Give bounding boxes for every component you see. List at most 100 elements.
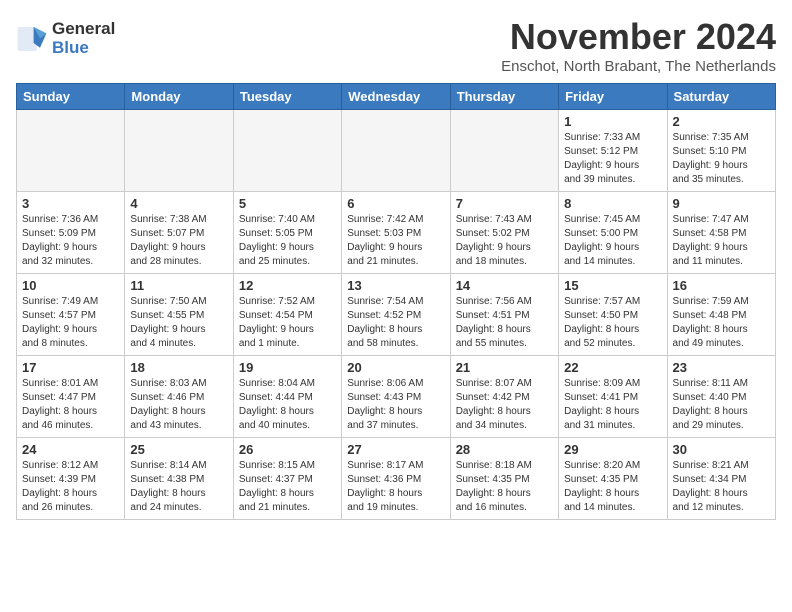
weekday-header-row: SundayMondayTuesdayWednesdayThursdayFrid… — [17, 84, 776, 110]
day-number: 26 — [239, 442, 336, 457]
title-area: November 2024 Enschot, North Brabant, Th… — [501, 16, 776, 75]
day-number: 9 — [673, 196, 770, 211]
day-info: Sunrise: 8:14 AM Sunset: 4:38 PM Dayligh… — [130, 459, 227, 515]
day-info: Sunrise: 7:57 AM Sunset: 4:50 PM Dayligh… — [564, 295, 661, 351]
day-number: 14 — [456, 278, 553, 293]
day-info: Sunrise: 7:42 AM Sunset: 5:03 PM Dayligh… — [347, 213, 444, 269]
day-info: Sunrise: 8:21 AM Sunset: 4:34 PM Dayligh… — [673, 459, 770, 515]
day-number: 17 — [22, 360, 119, 375]
day-info: Sunrise: 7:38 AM Sunset: 5:07 PM Dayligh… — [130, 213, 227, 269]
day-cell: 1 Sunrise: 7:33 AM Sunset: 5:12 PM Daylig… — [559, 110, 667, 192]
day-info: Sunrise: 8:06 AM Sunset: 4:43 PM Dayligh… — [347, 377, 444, 433]
day-info: Sunrise: 7:40 AM Sunset: 5:05 PM Dayligh… — [239, 213, 336, 269]
day-number: 12 — [239, 278, 336, 293]
subtitle: Enschot, North Brabant, The Netherlands — [501, 58, 776, 75]
day-info: Sunrise: 7:59 AM Sunset: 4:48 PM Dayligh… — [673, 295, 770, 351]
page-header: General Blue November 2024 Enschot, Nort… — [16, 16, 776, 75]
day-cell: 12 Sunrise: 7:52 AM Sunset: 4:54 PM Dayli… — [233, 274, 341, 356]
day-number: 19 — [239, 360, 336, 375]
day-number: 15 — [564, 278, 661, 293]
day-number: 28 — [456, 442, 553, 457]
day-info: Sunrise: 7:52 AM Sunset: 4:54 PM Dayligh… — [239, 295, 336, 351]
day-cell: 6 Sunrise: 7:42 AM Sunset: 5:03 PM Daylig… — [342, 192, 450, 274]
day-info: Sunrise: 7:36 AM Sunset: 5:09 PM Dayligh… — [22, 213, 119, 269]
day-cell: 26Sunrise: 8:15 AM Sunset: 4:37 PM Dayli… — [233, 438, 341, 520]
weekday-header-tuesday: Tuesday — [233, 84, 341, 110]
day-cell: 19 Sunrise: 8:04 AM Sunset: 4:44 PM Dayli… — [233, 356, 341, 438]
day-cell: 25 Sunrise: 8:14 AM Sunset: 4:38 PM Dayli… — [125, 438, 233, 520]
day-info: Sunrise: 7:56 AM Sunset: 4:51 PM Dayligh… — [456, 295, 553, 351]
day-cell: 7Sunrise: 7:43 AM Sunset: 5:02 PM Daylig… — [450, 192, 558, 274]
day-info: Sunrise: 8:07 AM Sunset: 4:42 PM Dayligh… — [456, 377, 553, 433]
day-cell: 18 Sunrise: 8:03 AM Sunset: 4:46 PM Dayli… — [125, 356, 233, 438]
week-row-5: 24 Sunrise: 8:12 AM Sunset: 4:39 PM Dayli… — [17, 438, 776, 520]
day-number: 30 — [673, 442, 770, 457]
day-cell: 3 Sunrise: 7:36 AM Sunset: 5:09 PM Daylig… — [17, 192, 125, 274]
month-title: November 2024 — [501, 16, 776, 58]
day-number: 18 — [130, 360, 227, 375]
day-number: 3 — [22, 196, 119, 211]
day-cell: 10Sunrise: 7:49 AM Sunset: 4:57 PM Dayli… — [17, 274, 125, 356]
day-cell: 24 Sunrise: 8:12 AM Sunset: 4:39 PM Dayli… — [17, 438, 125, 520]
day-info: Sunrise: 8:11 AM Sunset: 4:40 PM Dayligh… — [673, 377, 770, 433]
day-cell: 27 Sunrise: 8:17 AM Sunset: 4:36 PM Dayli… — [342, 438, 450, 520]
day-info: Sunrise: 7:45 AM Sunset: 5:00 PM Dayligh… — [564, 213, 661, 269]
day-number: 8 — [564, 196, 661, 211]
day-cell: 11Sunrise: 7:50 AM Sunset: 4:55 PM Dayli… — [125, 274, 233, 356]
week-row-4: 17 Sunrise: 8:01 AM Sunset: 4:47 PM Dayli… — [17, 356, 776, 438]
day-cell — [450, 110, 558, 192]
day-cell: 13 Sunrise: 7:54 AM Sunset: 4:52 PM Dayli… — [342, 274, 450, 356]
logo-line1: General — [52, 20, 115, 39]
day-info: Sunrise: 7:47 AM Sunset: 4:58 PM Dayligh… — [673, 213, 770, 269]
day-cell — [233, 110, 341, 192]
day-number: 25 — [130, 442, 227, 457]
weekday-header-sunday: Sunday — [17, 84, 125, 110]
day-number: 6 — [347, 196, 444, 211]
day-number: 23 — [673, 360, 770, 375]
day-cell: 5Sunrise: 7:40 AM Sunset: 5:05 PM Daylig… — [233, 192, 341, 274]
logo-icon — [16, 25, 48, 53]
day-number: 13 — [347, 278, 444, 293]
day-cell: 9 Sunrise: 7:47 AM Sunset: 4:58 PM Daylig… — [667, 192, 775, 274]
day-info: Sunrise: 7:35 AM Sunset: 5:10 PM Dayligh… — [673, 131, 770, 187]
weekday-header-saturday: Saturday — [667, 84, 775, 110]
day-info: Sunrise: 8:17 AM Sunset: 4:36 PM Dayligh… — [347, 459, 444, 515]
day-number: 2 — [673, 114, 770, 129]
day-cell: 2 Sunrise: 7:35 AM Sunset: 5:10 PM Daylig… — [667, 110, 775, 192]
day-number: 4 — [130, 196, 227, 211]
calendar-table: SundayMondayTuesdayWednesdayThursdayFrid… — [16, 83, 776, 520]
day-info: Sunrise: 8:12 AM Sunset: 4:39 PM Dayligh… — [22, 459, 119, 515]
weekday-header-thursday: Thursday — [450, 84, 558, 110]
day-number: 21 — [456, 360, 553, 375]
weekday-header-friday: Friday — [559, 84, 667, 110]
weekday-header-wednesday: Wednesday — [342, 84, 450, 110]
day-cell: 4 Sunrise: 7:38 AM Sunset: 5:07 PM Daylig… — [125, 192, 233, 274]
day-cell: 17 Sunrise: 8:01 AM Sunset: 4:47 PM Dayli… — [17, 356, 125, 438]
day-cell — [125, 110, 233, 192]
day-number: 27 — [347, 442, 444, 457]
day-number: 10 — [22, 278, 119, 293]
day-cell: 15 Sunrise: 7:57 AM Sunset: 4:50 PM Dayli… — [559, 274, 667, 356]
day-info: Sunrise: 8:01 AM Sunset: 4:47 PM Dayligh… — [22, 377, 119, 433]
day-info: Sunrise: 7:33 AM Sunset: 5:12 PM Dayligh… — [564, 131, 661, 187]
day-number: 11 — [130, 278, 227, 293]
day-cell: 22 Sunrise: 8:09 AM Sunset: 4:41 PM Dayli… — [559, 356, 667, 438]
day-cell: 29Sunrise: 8:20 AM Sunset: 4:35 PM Dayli… — [559, 438, 667, 520]
day-number: 22 — [564, 360, 661, 375]
day-info: Sunrise: 7:54 AM Sunset: 4:52 PM Dayligh… — [347, 295, 444, 351]
week-row-3: 10Sunrise: 7:49 AM Sunset: 4:57 PM Dayli… — [17, 274, 776, 356]
week-row-2: 3 Sunrise: 7:36 AM Sunset: 5:09 PM Daylig… — [17, 192, 776, 274]
day-info: Sunrise: 8:20 AM Sunset: 4:35 PM Dayligh… — [564, 459, 661, 515]
day-info: Sunrise: 8:03 AM Sunset: 4:46 PM Dayligh… — [130, 377, 227, 433]
day-number: 1 — [564, 114, 661, 129]
day-info: Sunrise: 8:09 AM Sunset: 4:41 PM Dayligh… — [564, 377, 661, 433]
logo-line2: Blue — [52, 39, 115, 58]
week-row-1: 1 Sunrise: 7:33 AM Sunset: 5:12 PM Daylig… — [17, 110, 776, 192]
day-number: 24 — [22, 442, 119, 457]
day-cell: 8 Sunrise: 7:45 AM Sunset: 5:00 PM Daylig… — [559, 192, 667, 274]
day-info: Sunrise: 8:04 AM Sunset: 4:44 PM Dayligh… — [239, 377, 336, 433]
day-cell — [342, 110, 450, 192]
weekday-header-monday: Monday — [125, 84, 233, 110]
day-cell: 14 Sunrise: 7:56 AM Sunset: 4:51 PM Dayli… — [450, 274, 558, 356]
logo: General Blue — [16, 20, 115, 57]
